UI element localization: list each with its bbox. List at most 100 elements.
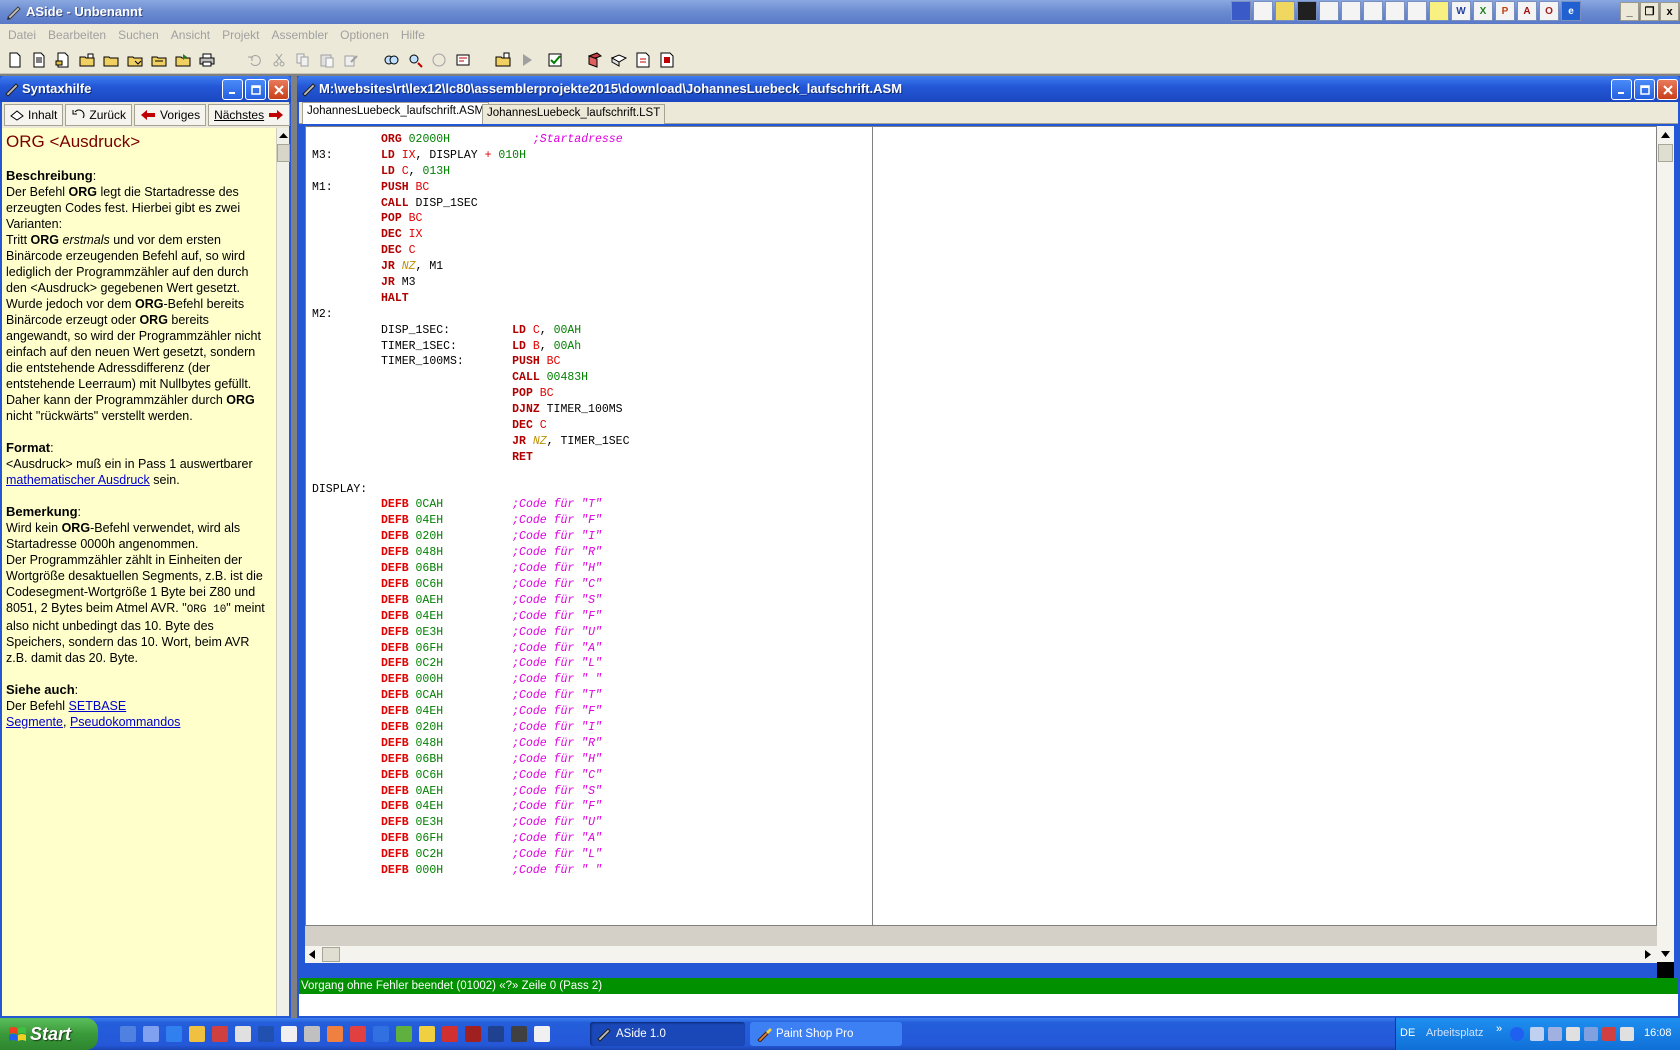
paste-icon[interactable] [318,51,336,69]
code-line[interactable]: DEFB 0CAH ;Code für "T" [312,496,630,512]
menu-projekt[interactable]: Projekt [216,28,265,42]
editor-maximize-button[interactable] [1634,79,1655,100]
tray-app-icon[interactable] [1530,1027,1544,1041]
calendar-icon[interactable] [1341,1,1361,21]
code-line[interactable]: DEFB 06BH ;Code für "H" [312,560,630,576]
book-open-icon[interactable] [610,51,628,69]
copy-icon[interactable] [294,51,312,69]
help-close-button[interactable] [268,79,289,100]
quicklaunch-desktop-icon[interactable] [120,1026,136,1042]
code-line[interactable]: DISP_1SEC: LD C, 00AH [312,322,630,338]
editor-hscroll-thumb[interactable] [322,947,340,962]
help-vertical-scrollbar[interactable] [276,128,290,1016]
goto-icon[interactable] [454,51,472,69]
code-line[interactable]: DEFB 0C2H ;Code für "L" [312,846,630,862]
quicklaunch-tool-icon[interactable] [419,1026,435,1042]
quicklaunch-tool-icon[interactable] [350,1026,366,1042]
notes-icon[interactable] [1429,1,1449,21]
code-editor[interactable]: ORG 02000H ;Startadresse M3: LD IX, DISPL… [305,126,1657,926]
office-shortcut-icon[interactable] [1231,1,1251,21]
check-icon[interactable] [546,51,564,69]
tray-network-icon[interactable] [1510,1027,1524,1041]
tab-asm-file[interactable]: JohannesLuebeck_laufschrift.ASM [302,102,490,124]
contacts-icon[interactable] [1385,1,1405,21]
quicklaunch-tool-icon[interactable] [373,1026,389,1042]
office-shortcut-icon[interactable] [1275,1,1295,21]
code-line[interactable]: DEC C [312,242,630,258]
ie-icon[interactable]: e [1561,1,1581,21]
quicklaunch-tool-icon[interactable] [396,1026,412,1042]
journal-icon[interactable] [1407,1,1427,21]
app-close-button[interactable]: x [1660,2,1679,21]
link-pseudokommandos[interactable]: Pseudokommandos [70,715,180,729]
output-panel[interactable] [299,994,1678,1016]
office-shortcut-icon[interactable] [1297,1,1317,21]
export-icon[interactable] [174,51,192,69]
code-line[interactable]: DEFB 06BH ;Code für "H" [312,751,630,767]
code-line[interactable]: POP BC [312,385,630,401]
scroll-up-icon[interactable] [279,131,288,139]
open-project-icon[interactable] [78,51,96,69]
code-line[interactable]: DISPLAY: [312,481,630,497]
print-icon[interactable] [198,51,216,69]
edit-icon[interactable] [342,51,360,69]
code-line[interactable]: DEFB 04EH ;Code für "F" [312,608,630,624]
tasks-icon[interactable] [1363,1,1383,21]
tray-app-icon[interactable] [1548,1027,1562,1041]
scroll-left-icon[interactable] [309,950,315,959]
code-line[interactable]: DEFB 048H ;Code für "R" [312,544,630,560]
editor-horizontal-scrollbar[interactable] [305,946,1657,963]
help-scroll-thumb[interactable] [277,144,290,162]
code-line[interactable]: ORG 02000H ;Startadresse [312,131,630,147]
help-icon[interactable] [634,51,652,69]
code-line[interactable]: DEFB 020H ;Code für "I" [312,528,630,544]
code-line[interactable]: DEFB 0C6H ;Code für "C" [312,576,630,592]
help-next-button[interactable]: Nächstes [208,104,291,126]
code-line[interactable]: DEFB 0CAH ;Code für "T" [312,687,630,703]
code-line[interactable]: LD C, 013H [312,163,630,179]
office-shortcut-icon[interactable] [1253,1,1273,21]
quicklaunch-tool-icon[interactable] [281,1026,297,1042]
project-icon[interactable] [494,51,512,69]
help-contents-button[interactable]: Inhalt [4,104,64,126]
access-icon[interactable]: A [1517,1,1537,21]
code-line[interactable]: DEFB 06FH ;Code für "A" [312,830,630,846]
code-line[interactable]: DEFB 0AEH ;Code für "S" [312,592,630,608]
editor-minimize-button[interactable] [1611,79,1632,100]
help-maximize-button[interactable] [245,79,266,100]
code-line[interactable]: TIMER_100MS: PUSH BC [312,353,630,369]
mail-icon[interactable] [1319,1,1339,21]
scroll-down-icon[interactable] [1657,945,1674,962]
code-line[interactable]: DEFB 0E3H ;Code für "U" [312,814,630,830]
book-icon[interactable] [586,51,604,69]
quicklaunch-tool-icon[interactable] [488,1026,504,1042]
code-line[interactable]: DEFB 04EH ;Code für "F" [312,798,630,814]
code-line[interactable]: RET [312,449,630,465]
quicklaunch-tool-icon[interactable] [327,1026,343,1042]
code-line[interactable]: JR M3 [312,274,630,290]
language-indicator[interactable]: DE [1400,1027,1415,1039]
code-line[interactable]: DEFB 0C2H ;Code für "L" [312,655,630,671]
quicklaunch-tool-icon[interactable] [442,1026,458,1042]
excel-icon[interactable]: X [1473,1,1493,21]
tab-lst-file[interactable]: JohannesLuebeck_laufschrift.LST [482,104,666,124]
address-toolbar-label[interactable]: Arbeitsplatz [1426,1027,1483,1039]
tray-app-icon[interactable] [1584,1027,1598,1041]
scroll-right-icon[interactable] [1645,950,1651,959]
code-line[interactable]: DEFB 0E3H ;Code für "U" [312,624,630,640]
code-line[interactable]: DEFB 000H ;Code für " " [312,862,630,878]
code-line[interactable]: DEFB 06FH ;Code für "A" [312,640,630,656]
code-line[interactable]: M1: PUSH BC [312,179,630,195]
code-line[interactable]: DEFB 020H ;Code für "I" [312,719,630,735]
link-mathematischer-ausdruck[interactable]: mathematischer Ausdruck [6,473,150,487]
quicklaunch-app-icon[interactable] [212,1026,228,1042]
code-line[interactable]: DJNZ TIMER_100MS [312,401,630,417]
word-icon[interactable]: W [1451,1,1471,21]
task-aside[interactable]: ASide 1.0 [590,1022,745,1046]
code-line[interactable]: M2: [312,306,630,322]
run-icon[interactable] [518,51,536,69]
menu-optionen[interactable]: Optionen [334,28,395,42]
code-line[interactable]: DEFB 0AEH ;Code für "S" [312,783,630,799]
app-minimize-button[interactable]: _ [1620,2,1639,21]
menu-assembler[interactable]: Assembler [265,28,334,42]
